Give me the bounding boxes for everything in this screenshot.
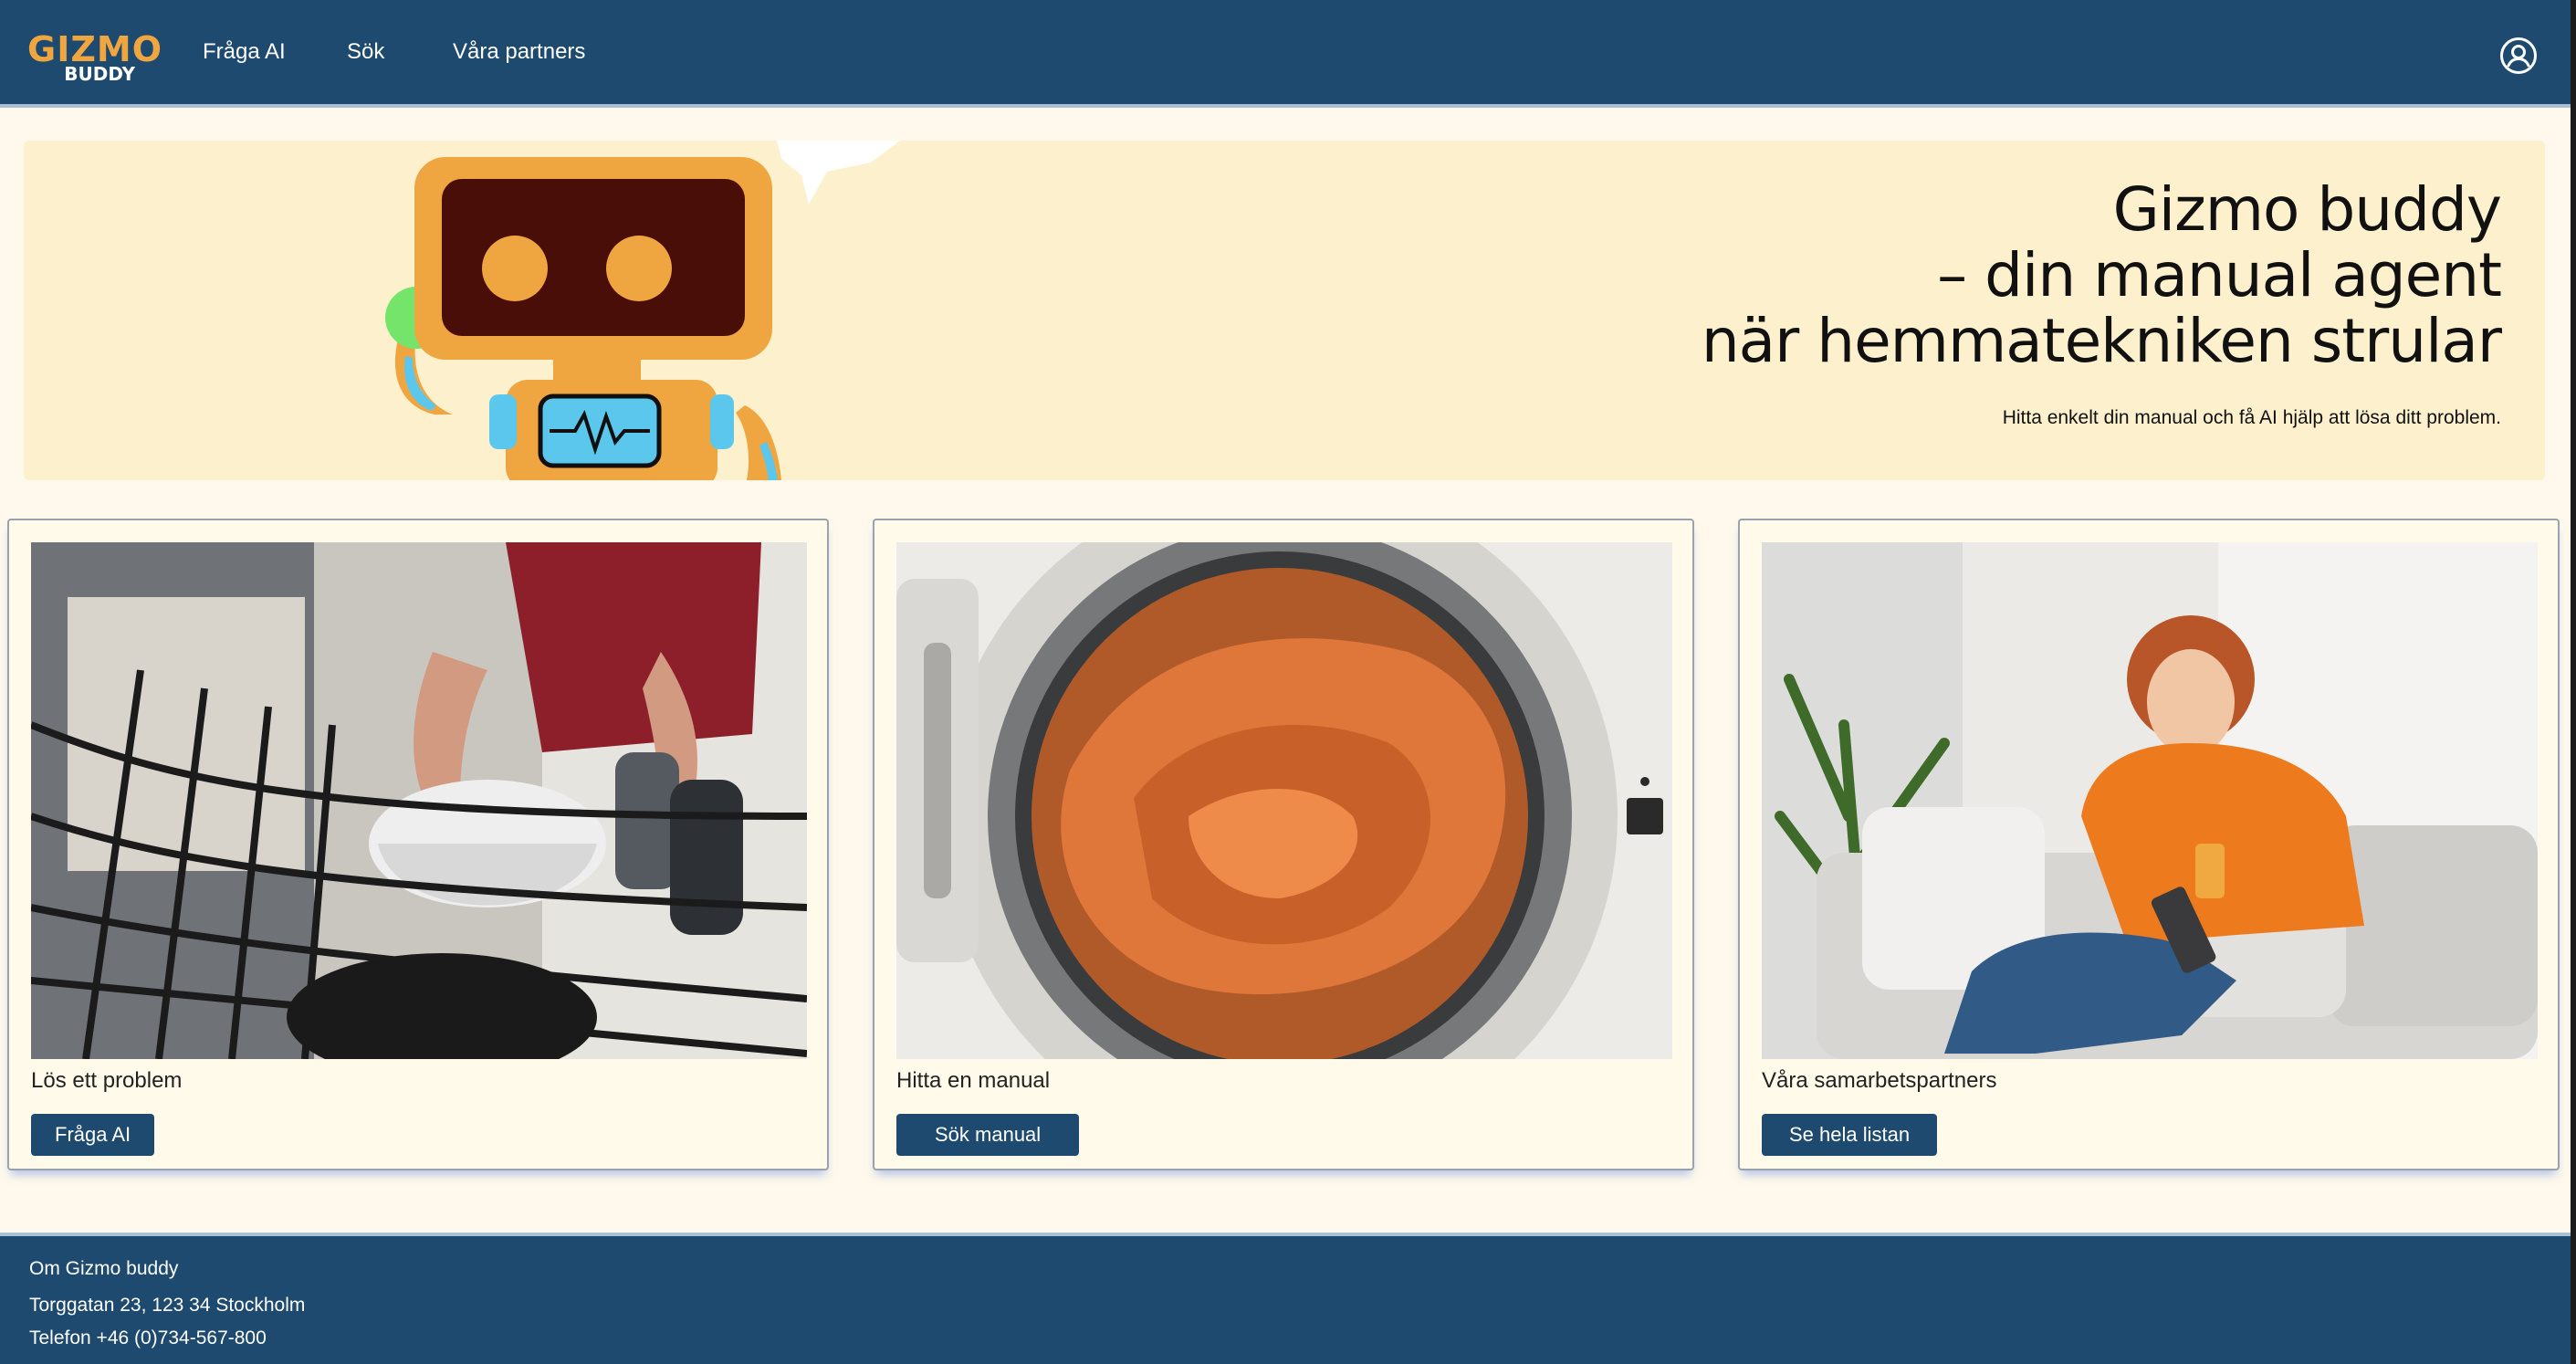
- card-find-manual: Hitta en manual Sök manual: [873, 519, 1694, 1170]
- card-label: Lös ett problem: [31, 1068, 183, 1093]
- card-solve-problem: Lös ett problem Fråga AI: [7, 519, 829, 1170]
- hero-title-line-2: – din manual agent: [1937, 240, 2502, 310]
- footer-phone: Telefon +46 (0)734-567-800: [29, 1327, 267, 1348]
- robot-mascot-illustration: [385, 141, 900, 480]
- washing-machine-photo: [896, 542, 1672, 1059]
- gizmo-buddy-logo[interactable]: GIZMO BUDDY: [27, 31, 162, 86]
- hero-title-line-3: när hemmatekniken strular: [1701, 306, 2502, 376]
- window-edge: [2571, 0, 2576, 1364]
- woman-remote-photo: [1762, 542, 2538, 1059]
- card-partners: Våra samarbetspartners Se hela listan: [1738, 519, 2560, 1170]
- user-circle-icon[interactable]: [2499, 37, 2538, 75]
- hero-subtitle: Hitta enkelt din manual och få AI hjälp …: [2002, 407, 2501, 428]
- card-label: Hitta en manual: [896, 1068, 1051, 1093]
- footer-about-link[interactable]: Om Gizmo buddy: [29, 1258, 178, 1280]
- card-label: Våra samarbetspartners: [1762, 1068, 1997, 1093]
- top-navigation-bar: GIZMO BUDDY Fråga AI Sök Våra partners: [0, 0, 2576, 108]
- nav-link-fraga-ai[interactable]: Fråga AI: [203, 38, 286, 66]
- footer-address: Torggatan 23, 123 34 Stockholm: [29, 1295, 306, 1316]
- logo-wordmark-top: GIZMO: [27, 29, 163, 69]
- hero-title-line-1: Gizmo buddy: [2112, 174, 2502, 245]
- hero-title: Gizmo buddy – din manual agent när hemma…: [1701, 174, 2502, 376]
- search-manual-button[interactable]: Sök manual: [896, 1114, 1080, 1156]
- see-full-list-button[interactable]: Se hela listan: [1762, 1114, 1938, 1156]
- ask-ai-button[interactable]: Fråga AI: [31, 1114, 155, 1156]
- hero-banner: Gizmo buddy – din manual agent när hemma…: [24, 141, 2545, 480]
- nav-link-sok[interactable]: Sök: [347, 38, 384, 66]
- nav-link-partners[interactable]: Våra partners: [453, 38, 585, 66]
- footer: Om Gizmo buddy Torggatan 23, 123 34 Stoc…: [0, 1233, 2576, 1364]
- logo-wordmark-bottom: BUDDY: [64, 63, 135, 85]
- dishwasher-photo: [31, 542, 807, 1059]
